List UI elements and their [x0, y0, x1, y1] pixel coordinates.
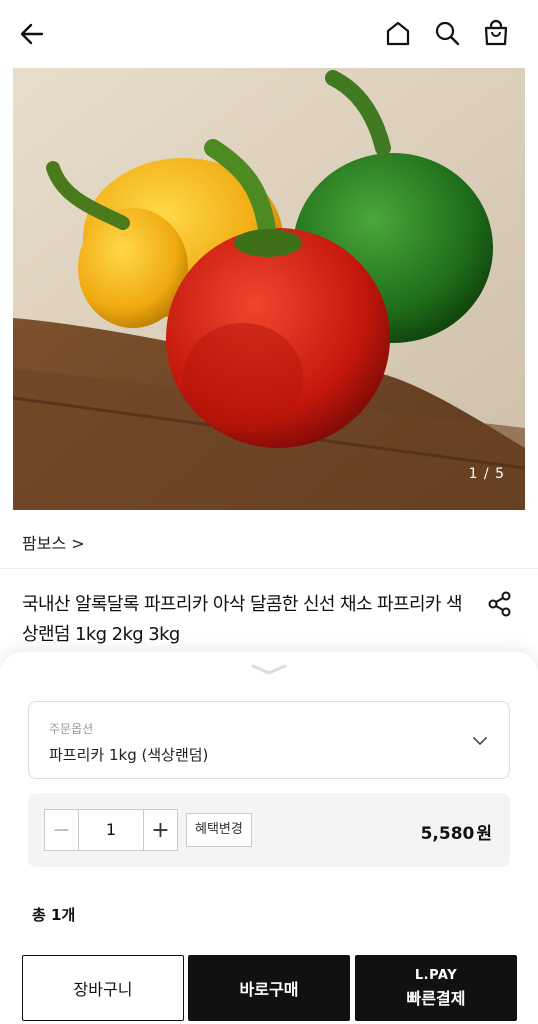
- order-bottom-sheet: 주문옵션 파프리카 1kg (색상랜덤) − 1 + 혜택변경 5,580 원 총…: [0, 652, 538, 1024]
- home-icon[interactable]: [383, 18, 413, 48]
- selected-option-row: − 1 + 혜택변경 5,580 원: [28, 793, 510, 867]
- arrow-left-icon[interactable]: [16, 18, 48, 50]
- buy-now-button[interactable]: 바로구매: [188, 955, 350, 1021]
- search-icon[interactable]: [432, 18, 462, 48]
- price-value: 5,580: [420, 824, 475, 844]
- price-unit: 원: [476, 824, 492, 844]
- quantity-decrease-button[interactable]: −: [45, 810, 79, 850]
- quantity-stepper: − 1 +: [44, 809, 178, 851]
- quick-pay-label: 빠른결제: [406, 988, 466, 1008]
- sheet-handle-chevron-down-icon[interactable]: [247, 662, 291, 676]
- order-option-select[interactable]: 주문옵션 파프리카 1kg (색상랜덤): [28, 701, 510, 779]
- bell-peppers-illustration: [13, 68, 525, 510]
- product-image[interactable]: 1 / 5: [13, 68, 525, 510]
- top-nav-bar: [0, 0, 538, 68]
- share-icon[interactable]: [486, 590, 514, 618]
- total-count: 총 1개: [32, 906, 76, 924]
- quantity-value[interactable]: 1: [79, 810, 143, 850]
- benefit-change-button[interactable]: 혜택변경: [186, 813, 252, 847]
- shopping-bag-icon[interactable]: [481, 18, 511, 48]
- image-counter: 1 / 5: [468, 466, 505, 482]
- quantity-increase-button[interactable]: +: [143, 810, 177, 850]
- option-label: 주문옵션: [49, 722, 94, 736]
- lpay-label: L.PAY: [414, 967, 458, 983]
- divider: [0, 568, 538, 569]
- product-title: 국내산 알록달록 파프리카 아삭 달콤한 신선 채소 파프리카 색상랜덤 1kg…: [22, 594, 463, 645]
- chevron-down-icon: [473, 737, 487, 745]
- add-to-cart-button[interactable]: 장바구니: [22, 955, 184, 1021]
- lpay-quick-pay-button[interactable]: L.PAY 빠른결제: [355, 955, 517, 1021]
- brand-link[interactable]: 팜보스 >: [22, 530, 85, 554]
- option-value: 파프리카 1kg (색상랜덤): [49, 746, 209, 764]
- item-price: 5,580 원: [421, 819, 492, 844]
